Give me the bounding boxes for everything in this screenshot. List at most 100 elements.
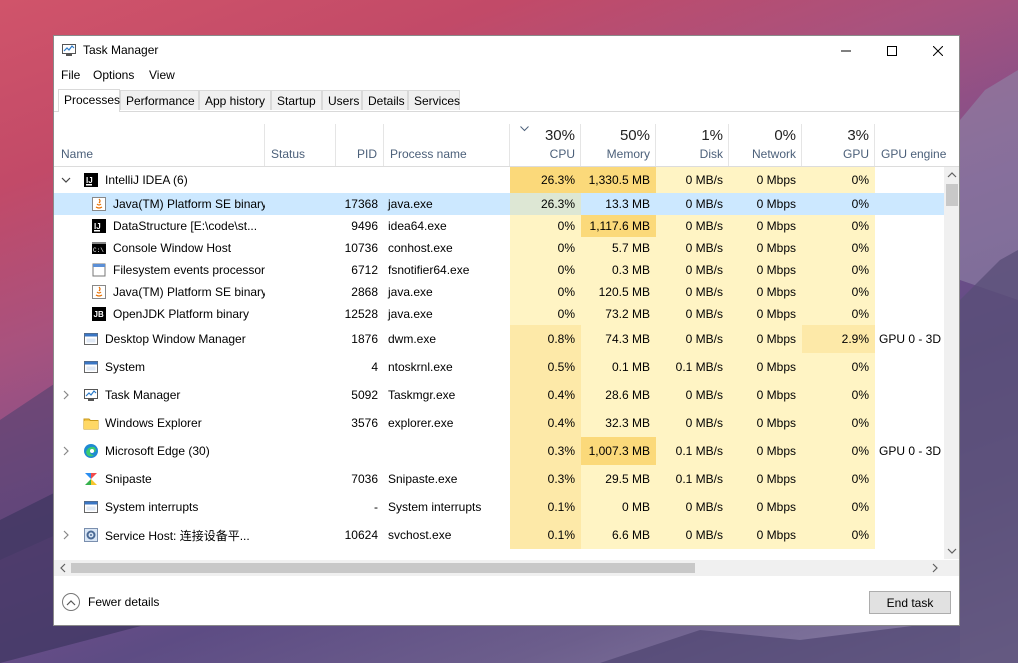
network-cell: 0 Mbps (729, 215, 802, 237)
gpu-cell: 0% (802, 353, 875, 381)
process-row[interactable]: Service Host: 连接设备平... 10624 svchost.exe 0.… (54, 521, 944, 549)
memory-cell: 1,117.6 MB (581, 215, 656, 237)
chevron-down-icon[interactable] (61, 167, 71, 193)
memory-cell: 29.5 MB (581, 465, 656, 493)
column-network[interactable]: 0% Network (729, 124, 802, 166)
tab-details[interactable]: Details (362, 90, 408, 110)
column-disk[interactable]: 1% Disk (656, 124, 729, 166)
network-cell: 0 Mbps (729, 353, 802, 381)
menu-options[interactable]: Options (93, 68, 134, 82)
column-process-name[interactable]: Process name (384, 124, 510, 166)
column-gpu[interactable]: 3% GPU (802, 124, 875, 166)
horizontal-scroll-thumb[interactable] (71, 563, 695, 573)
process-child-row[interactable]: Filesystem events processor 6712 fsnotifie… (54, 259, 944, 281)
disk-cell: 0.1 MB/s (656, 465, 729, 493)
gpu-cell: 0% (802, 521, 875, 549)
tab-processes[interactable]: Processes (58, 89, 120, 112)
gpu-cell: 0% (802, 303, 875, 325)
tab-app-history[interactable]: App history (199, 90, 271, 110)
tab-strip: Processes Performance App history Startu… (54, 89, 959, 112)
horizontal-scrollbar[interactable] (54, 560, 944, 576)
vertical-scroll-thumb[interactable] (946, 184, 958, 206)
edge-icon (84, 444, 98, 458)
maximize-icon (887, 45, 897, 56)
close-button[interactable] (915, 36, 959, 65)
process-child-row[interactable]: JB OpenJDK Platform binary 12528 java.exe 0%… (54, 303, 944, 325)
pid-cell: - (374, 500, 378, 514)
process-filename-cell: Taskmgr.exe (388, 388, 456, 402)
process-name-cell: Java(TM) Platform SE binary (54, 193, 265, 215)
process-row[interactable]: IJ IntelliJ IDEA (6) 26.3% 1,330.5 MB 0 MB/s… (54, 167, 944, 193)
tab-performance[interactable]: Performance (120, 90, 199, 110)
disk-cell: 0 MB/s (656, 493, 729, 521)
scroll-up-icon[interactable] (944, 169, 960, 181)
process-row[interactable]: System 4 ntoskrnl.exe 0.5% 0.1 MB 0.1 MB/s 0 M… (54, 353, 944, 381)
process-row[interactable]: System interrupts - System interrupts 0.1% 0… (54, 493, 944, 521)
process-child-row[interactable]: Java(TM) Platform SE binary 17368 java.exe… (54, 193, 944, 215)
scroll-left-icon[interactable] (57, 560, 69, 576)
fewer-details-link[interactable]: Fewer details (88, 595, 159, 609)
process-child-row[interactable]: IJ DataStructure [E:\code\st... 9496 idea64… (54, 215, 944, 237)
process-list: IJ IntelliJ IDEA (6) 26.3% 1,330.5 MB 0 MB/s… (54, 167, 944, 559)
gpu-engine-cell (875, 409, 944, 437)
gpu-engine-cell (875, 167, 944, 193)
svg-text:JB: JB (94, 310, 104, 319)
process-name-cell: Desktop Window Manager (54, 325, 265, 353)
process-filename-cell (384, 437, 510, 465)
column-memory[interactable]: 50% Memory (581, 124, 656, 166)
pid-cell: 4 (371, 360, 378, 374)
network-cell: 0 Mbps (729, 281, 802, 303)
cpu-cell: 0.8% (510, 325, 581, 353)
gpu-engine-cell (875, 493, 944, 521)
scroll-right-icon[interactable] (929, 560, 941, 576)
disk-cell: 0.1 MB/s (656, 437, 729, 465)
chevron-right-icon[interactable] (61, 381, 71, 409)
gpu-cell: 0% (802, 409, 875, 437)
column-status[interactable]: Status (265, 124, 336, 166)
process-child-row[interactable]: Java(TM) Platform SE binary 2868 java.exe 0… (54, 281, 944, 303)
column-gpu-engine[interactable]: GPU engine (875, 124, 946, 166)
minimize-button[interactable] (823, 36, 869, 65)
disk-cell: 0 MB/s (656, 521, 729, 549)
scroll-down-icon[interactable] (944, 545, 960, 557)
gpu-cell: 2.9% (802, 325, 875, 353)
process-row[interactable]: Task Manager 5092 Taskmgr.exe 0.4% 28.6 MB 0 … (54, 381, 944, 409)
disk-cell: 0 MB/s (656, 409, 729, 437)
tab-users[interactable]: Users (322, 90, 362, 110)
cpu-cell: 0% (510, 281, 581, 303)
gpu-total: 3% (847, 127, 869, 144)
process-name: Java(TM) Platform SE binary (113, 197, 265, 211)
process-child-row[interactable]: C:\ Console Window Host 10736 conhost.exe 0%… (54, 237, 944, 259)
process-name-cell: C:\ Console Window Host (54, 237, 265, 259)
tab-services[interactable]: Services (408, 90, 460, 110)
maximize-button[interactable] (869, 36, 915, 65)
network-cell: 0 Mbps (729, 465, 802, 493)
menu-file[interactable]: File (61, 68, 80, 82)
chevron-right-icon[interactable] (61, 437, 71, 465)
process-row[interactable]: Snipaste 7036 Snipaste.exe 0.3% 29.5 MB 0.1 M… (54, 465, 944, 493)
process-row[interactable]: Desktop Window Manager 1876 dwm.exe 0.8% 74.… (54, 325, 944, 353)
gpu-cell: 0% (802, 437, 875, 465)
tab-startup[interactable]: Startup (271, 90, 322, 110)
fewer-details-chevron-up-icon[interactable] (62, 593, 80, 611)
process-row[interactable]: Windows Explorer 3576 explorer.exe 0.4% 32.3… (54, 409, 944, 437)
chevron-right-icon[interactable] (61, 521, 71, 549)
window-app-icon (84, 333, 98, 345)
cpu-cell: 0.1% (510, 493, 581, 521)
minimize-icon (841, 50, 851, 51)
menu-view[interactable]: View (149, 68, 175, 82)
column-pid[interactable]: PID (336, 124, 384, 166)
vertical-scrollbar[interactable] (944, 167, 960, 559)
process-row[interactable]: Microsoft Edge (30) 0.3% 1,007.3 MB 0.1 MB/… (54, 437, 944, 465)
disk-cell: 0 MB/s (656, 215, 729, 237)
end-task-button[interactable]: End task (869, 591, 951, 614)
column-cpu[interactable]: 30% CPU (510, 124, 581, 166)
process-filename-cell: explorer.exe (388, 416, 454, 430)
disk-cell: 0 MB/s (656, 303, 729, 325)
pid-cell: 9496 (351, 219, 378, 233)
gpu-engine-cell (875, 381, 944, 409)
memory-cell: 13.3 MB (581, 193, 656, 215)
column-name[interactable]: Name (54, 124, 265, 166)
window-app-icon (84, 501, 98, 513)
svg-text:IJ: IJ (94, 222, 101, 231)
